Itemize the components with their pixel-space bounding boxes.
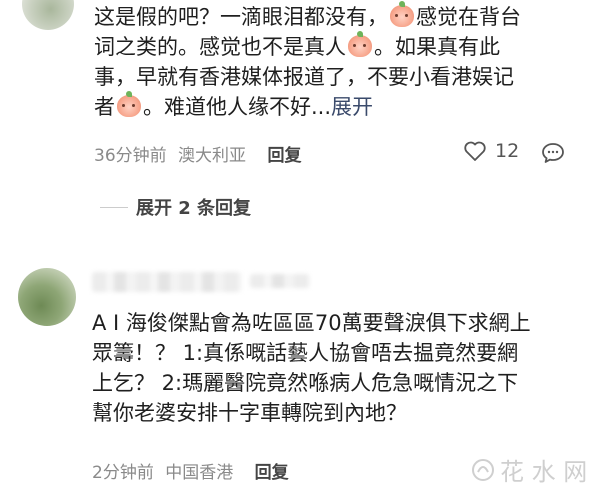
blurred-username: [92, 272, 242, 292]
avatar[interactable]: [18, 268, 76, 326]
comment-location: 中国香港: [165, 463, 234, 483]
blurred-username-badge: [250, 274, 310, 288]
comment-text: 这是假的吧？一滴眼泪都没有， 感觉在背台 词之类的。感觉也不是真人 。如果真有此 事…: [94, 1, 570, 122]
expand-replies-button[interactable]: 展开 2 条回复: [100, 194, 251, 220]
comment-line: 眾籌！？ 1:真係嘅話藝人協會唔去揾竟然要網: [92, 341, 519, 365]
comment-text-segment: 者: [94, 95, 115, 119]
expand-comment-link[interactable]: 展开: [331, 95, 373, 119]
speech-bubble-icon[interactable]: [541, 142, 565, 164]
reply-button[interactable]: 回复: [255, 463, 289, 483]
avatar[interactable]: [22, 0, 74, 30]
reply-button[interactable]: 回复: [267, 146, 301, 166]
comment-text-segment: 。如果真有此: [374, 35, 500, 59]
heart-outline-icon: [464, 141, 486, 161]
comment-time: 36分钟前: [94, 146, 167, 166]
comment-line: 幫你老婆安排十字車轉院到內地？: [92, 401, 407, 425]
divider: [100, 206, 128, 208]
comment-text-segment: 词之类的。感觉也不是真人: [94, 35, 346, 59]
comment-text-segment: 这是假的吧？一滴眼泪都没有，: [94, 5, 388, 29]
like-button[interactable]: 12: [463, 140, 519, 162]
peach-emoji-icon: [117, 91, 141, 117]
comment-meta: 2分钟前 中国香港 回复: [92, 458, 289, 483]
comment-location: 澳大利亚: [178, 146, 247, 166]
watermark-text: 花 水 网: [500, 458, 588, 486]
watermark: 花 水 网: [470, 452, 587, 487]
comment-meta: 36分钟前 澳大利亚 回复: [94, 141, 301, 166]
comment-line: 上乞？ 2:瑪麗醫院竟然喺病人危急嘅情況之下: [92, 371, 519, 395]
comment-text-segment: 。难道他人缘不好...: [143, 95, 332, 119]
comment-time: 2分钟前: [92, 463, 154, 483]
expand-replies-label: 展开 2 条回复: [136, 198, 252, 219]
comment-text-segment: 感觉在背台: [416, 5, 521, 29]
peach-emoji-icon: [390, 1, 414, 27]
like-count: 12: [495, 140, 520, 162]
comment-text-segment: 事，早就有香港媒体报道了，不要小看港娱记: [94, 65, 514, 89]
comment-line: A I 海俊傑點會為咗區區70萬要聲淚俱下求網上: [92, 311, 531, 335]
comment-text: A I 海俊傑點會為咗區區70萬要聲淚俱下求網上 眾籌！？ 1:真係嘅話藝人協會…: [92, 308, 570, 428]
watermark-logo-icon: [472, 458, 494, 481]
peach-emoji-icon: [348, 31, 372, 57]
